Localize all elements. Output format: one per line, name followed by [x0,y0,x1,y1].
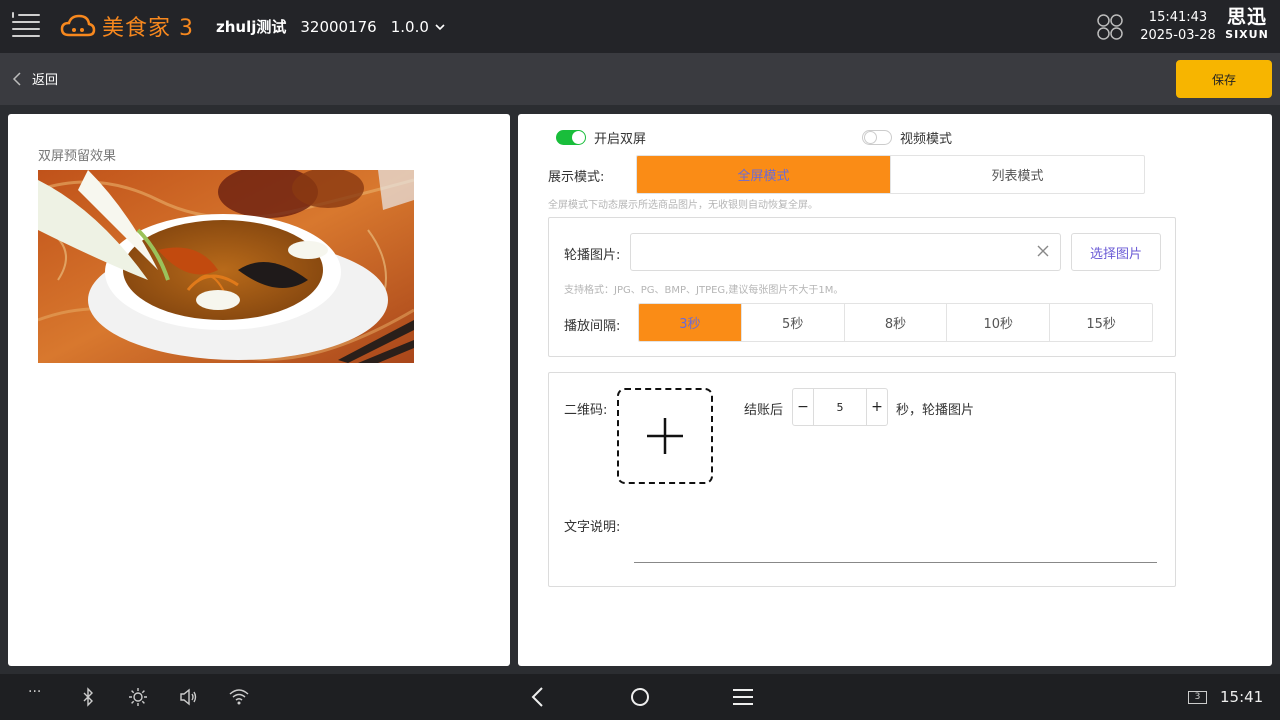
video-mode-label: 视频模式 [900,132,953,147]
chevron-down-icon[interactable] [435,22,445,32]
dual-screen-label: 开启双屏 [594,132,647,147]
interval-label: 播放间隔: [564,319,621,334]
preview-panel: 双屏预留效果 [8,114,510,666]
top-bar: 美食家 3 zhulj测试 32000176 1.0.0 15:41:43 20… [0,0,1280,53]
interval-option[interactable]: 5秒 [742,304,845,341]
carousel-section: 轮播图片: 选择图片 支持格式：JPG、PG、BMP、JTPEG,建议每张图片不… [548,217,1176,357]
clock: 15:41:43 2025-03-28 [1140,9,1216,45]
qrcode-section: 二维码: 结账后 − 5 + 秒，轮播图片 文字说明: [548,372,1176,587]
preview-image [38,170,414,363]
interval-option[interactable]: 15秒 [1050,304,1152,341]
video-mode-switch[interactable] [862,130,892,145]
clear-icon[interactable] [1036,244,1050,258]
decrement-button[interactable]: − [793,389,813,425]
brightness-icon[interactable] [128,687,148,707]
clock-time: 15:41:43 [1148,10,1208,25]
qrcode-upload[interactable] [617,388,713,484]
system-time: 15:41 [1220,688,1264,706]
screen-badge-icon[interactable]: 3 [1188,691,1207,704]
display-mode-hint: 全屏模式下动态展示所选商品图片，无收银则自动恢复全屏。 [548,200,818,211]
carousel-label: 轮播图片: [564,248,621,263]
text-desc-label: 文字说明: [564,520,621,535]
seconds-stepper[interactable]: − 5 + [792,388,888,426]
interval-option[interactable]: 10秒 [947,304,1051,341]
nav-back-icon[interactable] [528,687,548,707]
save-button[interactable]: 保存 [1176,60,1272,98]
chevron-left-icon [12,71,21,86]
nav-menu-icon[interactable] [733,687,753,707]
settings-panel: 开启双屏 视频模式 展示模式: 全屏模式 列表模式 全屏模式下动态展示所选商品图… [518,114,1272,666]
more-icon[interactable]: ··· [28,684,48,704]
seconds-value[interactable]: 5 [813,389,867,425]
menu-icon[interactable] [12,12,40,40]
store-selector[interactable]: zhulj测试 32000176 1.0.0 [216,16,445,37]
back-button[interactable]: 返回 [12,69,58,88]
preview-title: 双屏预留效果 [38,149,117,164]
interval-selector[interactable]: 3秒 5秒 8秒 10秒 15秒 [638,303,1153,342]
brand: 美食家 3 [60,10,194,42]
store-name: zhulj测试 [216,18,287,36]
plus-icon [647,418,683,454]
carousel-image-input[interactable] [630,233,1061,271]
brand-name: 美食家 3 [102,16,194,41]
text-desc-input[interactable] [634,533,1157,563]
cloud-logo-icon [60,14,96,37]
volume-icon[interactable] [178,687,198,707]
qrcode-label: 二维码: [564,403,608,418]
dual-screen-toggle[interactable]: 开启双屏 [556,128,646,147]
display-mode-option[interactable]: 列表模式 [891,156,1144,193]
bluetooth-icon[interactable] [78,687,98,707]
sixun-logo: 思迅 SIXUN [1222,6,1272,42]
clock-date: 2025-03-28 [1140,28,1216,43]
after-checkout-suffix: 秒，轮播图片 [896,403,975,418]
interval-option[interactable]: 8秒 [845,304,948,341]
video-mode-toggle[interactable]: 视频模式 [862,128,952,147]
apps-grid-icon[interactable] [1095,12,1125,42]
logo-cn: 思迅 [1226,6,1267,28]
after-checkout-label: 结账后 [744,403,784,418]
logo-en: SIXUN [1225,28,1269,41]
display-mode-label: 展示模式: [548,170,605,185]
interval-option[interactable]: 3秒 [639,304,742,341]
app-version: 1.0.0 [390,17,429,36]
increment-button[interactable]: + [867,389,887,425]
back-label: 返回 [32,73,59,88]
wifi-icon[interactable] [229,687,249,707]
dual-screen-switch[interactable] [556,130,586,145]
select-image-button[interactable]: 选择图片 [1071,233,1161,271]
store-id: 32000176 [300,17,377,36]
format-hint: 支持格式：JPG、PG、BMP、JTPEG,建议每张图片不大于1M。 [564,285,844,296]
sub-header: 返回 [0,53,1280,105]
display-mode-option[interactable]: 全屏模式 [637,156,891,193]
display-mode-selector[interactable]: 全屏模式 列表模式 [636,155,1145,194]
nav-home-icon[interactable] [630,687,650,707]
system-nav-bar: ··· 3 15:41 [0,674,1280,720]
